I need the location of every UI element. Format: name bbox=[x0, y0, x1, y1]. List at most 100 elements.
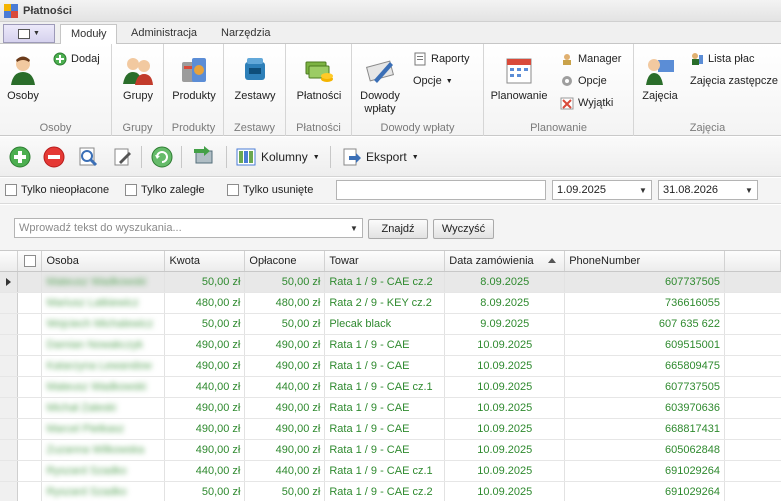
cell-osoba[interactable]: Mateusz Wadkowski bbox=[41, 271, 166, 293]
dowody-opcje-dropdown[interactable]: Opcje ▼ bbox=[413, 72, 453, 90]
lista-plac-button[interactable]: Lista płac bbox=[690, 50, 754, 68]
zajecia-button[interactable]: Zajęcia bbox=[638, 54, 682, 103]
table-row[interactable]: Marcel Pietkasz 490,00 zł 490,00 zł Rata 1 … bbox=[0, 418, 781, 440]
column-header-osoba[interactable]: Osoba bbox=[41, 251, 166, 272]
row-indicator[interactable] bbox=[0, 397, 19, 419]
osoby-button[interactable]: Osoby bbox=[4, 54, 42, 103]
planowanie-button[interactable]: Planowanie bbox=[488, 54, 550, 103]
row-indicator[interactable] bbox=[0, 418, 19, 440]
row-indicator[interactable] bbox=[0, 460, 19, 482]
cell-kwota[interactable]: 440,00 zł bbox=[164, 376, 246, 398]
cell-oplacone[interactable]: 50,00 zł bbox=[244, 271, 326, 293]
column-header-towar[interactable]: Towar bbox=[324, 251, 446, 272]
chevron-down-icon[interactable]: ▼ bbox=[741, 181, 757, 199]
cell-phone[interactable]: 607737505 bbox=[564, 271, 726, 293]
row-indicator[interactable] bbox=[0, 439, 19, 461]
cell-data-zamowienia[interactable]: 9.09.2025 bbox=[444, 313, 566, 335]
cell-osoba[interactable]: Mateusz Wadkowski bbox=[41, 376, 166, 398]
tab-administracja[interactable]: Administracja bbox=[121, 24, 207, 44]
refresh-button[interactable] bbox=[149, 144, 175, 170]
cell-phone[interactable]: 668817431 bbox=[564, 418, 726, 440]
select-all-checkbox[interactable] bbox=[24, 254, 37, 267]
cell-osoba[interactable]: Ryszard Szadko bbox=[41, 460, 166, 482]
checkbox-deleted[interactable]: Tylko usunięte bbox=[227, 184, 313, 196]
cell-towar[interactable]: Rata 1 / 9 - CAE cz.1 bbox=[324, 376, 446, 398]
cell-data-zamowienia[interactable]: 10.09.2025 bbox=[444, 334, 566, 356]
cell-oplacone[interactable]: 490,00 zł bbox=[244, 334, 326, 356]
zestawy-button[interactable]: Zestawy bbox=[232, 54, 278, 103]
cell-data-zamowienia[interactable]: 10.09.2025 bbox=[444, 355, 566, 377]
cell-oplacone[interactable]: 480,00 zł bbox=[244, 292, 326, 314]
row-checkbox-cell[interactable] bbox=[17, 292, 43, 314]
cell-towar[interactable]: Rata 1 / 9 - CAE bbox=[324, 397, 446, 419]
chevron-down-icon[interactable]: ▼ bbox=[635, 181, 651, 199]
cell-kwota[interactable]: 50,00 zł bbox=[164, 271, 246, 293]
table-row[interactable]: Damian Nowakczyk 490,00 zł 490,00 zł Rata 1… bbox=[0, 334, 781, 356]
cell-kwota[interactable]: 490,00 zł bbox=[164, 397, 246, 419]
row-checkbox-cell[interactable] bbox=[17, 439, 43, 461]
row-checkbox-cell[interactable] bbox=[17, 271, 43, 293]
row-checkbox-cell[interactable] bbox=[17, 418, 43, 440]
cell-osoba[interactable]: Michał Zaleski bbox=[41, 397, 166, 419]
row-indicator[interactable] bbox=[0, 334, 19, 356]
tab-narzedzia[interactable]: Narzędzia bbox=[211, 24, 281, 44]
cell-data-zamowienia[interactable]: 10.09.2025 bbox=[444, 376, 566, 398]
cell-phone[interactable]: 605062848 bbox=[564, 439, 726, 461]
cell-osoba[interactable]: Marcel Pietkasz bbox=[41, 418, 166, 440]
cell-towar[interactable]: Rata 1 / 9 - CAE bbox=[324, 355, 446, 377]
column-header-phone[interactable]: PhoneNumber bbox=[564, 251, 726, 272]
grupy-button[interactable]: Grupy bbox=[118, 54, 158, 103]
cell-phone[interactable]: 691029264 bbox=[564, 460, 726, 482]
column-header-oplacone[interactable]: Opłacone bbox=[244, 251, 326, 272]
cell-towar[interactable]: Rata 1 / 9 - CAE cz.2 bbox=[324, 271, 446, 293]
row-checkbox-cell[interactable] bbox=[17, 460, 43, 482]
cell-osoba[interactable]: Mariusz Latkiewicz bbox=[41, 292, 166, 314]
cell-data-zamowienia[interactable]: 10.09.2025 bbox=[444, 460, 566, 482]
table-row[interactable]: Mateusz Wadkowski 440,00 zł 440,00 zł Rata … bbox=[0, 376, 781, 398]
cell-data-zamowienia[interactable]: 10.09.2025 bbox=[444, 481, 566, 501]
cell-oplacone[interactable]: 490,00 zł bbox=[244, 439, 326, 461]
cell-oplacone[interactable]: 50,00 zł bbox=[244, 481, 326, 501]
cell-data-zamowienia[interactable]: 10.09.2025 bbox=[444, 418, 566, 440]
raporty-button[interactable]: Raporty bbox=[413, 50, 470, 68]
cell-kwota[interactable]: 50,00 zł bbox=[164, 481, 246, 501]
row-checkbox-cell[interactable] bbox=[17, 355, 43, 377]
cell-oplacone[interactable]: 490,00 zł bbox=[244, 418, 326, 440]
cell-oplacone[interactable]: 490,00 zł bbox=[244, 355, 326, 377]
row-checkbox-cell[interactable] bbox=[17, 481, 43, 501]
produkty-button[interactable]: Produkty bbox=[170, 54, 218, 103]
cell-kwota[interactable]: 440,00 zł bbox=[164, 460, 246, 482]
clear-button[interactable]: Wyczyść bbox=[433, 219, 494, 239]
cell-phone[interactable]: 607 635 622 bbox=[564, 313, 726, 335]
cell-oplacone[interactable]: 50,00 zł bbox=[244, 313, 326, 335]
table-row[interactable]: Katarzyna Lewandow 490,00 zł 490,00 zł Rata… bbox=[0, 355, 781, 377]
dodaj-button[interactable]: Dodaj bbox=[53, 50, 100, 68]
filter-text-input[interactable] bbox=[336, 180, 546, 200]
preview-button[interactable] bbox=[75, 144, 101, 170]
edit-button[interactable] bbox=[109, 144, 135, 170]
cell-towar[interactable]: Rata 1 / 9 - CAE cz.1 bbox=[324, 460, 446, 482]
table-row[interactable]: Zuzanna Wilkowska 490,00 zł 490,00 zł Rata … bbox=[0, 439, 781, 461]
cell-phone[interactable]: 665809475 bbox=[564, 355, 726, 377]
cell-towar[interactable]: Plecak black bbox=[324, 313, 446, 335]
cell-towar[interactable]: Rata 1 / 9 - CAE bbox=[324, 418, 446, 440]
chevron-down-icon[interactable]: ▼ bbox=[346, 219, 362, 237]
table-row[interactable]: Mariusz Latkiewicz 480,00 zł 480,00 zł Rata… bbox=[0, 292, 781, 314]
platnosci-button[interactable]: Płatności bbox=[294, 54, 344, 103]
cell-kwota[interactable]: 490,00 zł bbox=[164, 334, 246, 356]
checkbox-box[interactable] bbox=[5, 184, 17, 196]
cell-oplacone[interactable]: 440,00 zł bbox=[244, 460, 326, 482]
planowanie-opcje-button[interactable]: Opcje bbox=[560, 72, 607, 90]
cell-osoba[interactable]: Wojciech Michalewicz bbox=[41, 313, 166, 335]
table-row[interactable]: Mateusz Wadkowski 50,00 zł 50,00 zł Rata 1 … bbox=[0, 271, 781, 293]
add-button[interactable] bbox=[7, 144, 33, 170]
date-to-picker[interactable]: 31.08.2026 ▼ bbox=[658, 180, 758, 200]
row-indicator[interactable] bbox=[0, 313, 19, 335]
cell-data-zamowienia[interactable]: 8.09.2025 bbox=[444, 271, 566, 293]
eksport-dropdown[interactable]: Eksport ▼ bbox=[341, 147, 419, 167]
cell-towar[interactable]: Rata 1 / 9 - CAE bbox=[324, 334, 446, 356]
zajecia-zastepcze-button[interactable]: Zajęcia zastępcze bbox=[690, 72, 778, 90]
cell-data-zamowienia[interactable]: 10.09.2025 bbox=[444, 439, 566, 461]
find-button[interactable]: Znajdź bbox=[368, 219, 428, 239]
row-checkbox-cell[interactable] bbox=[17, 376, 43, 398]
